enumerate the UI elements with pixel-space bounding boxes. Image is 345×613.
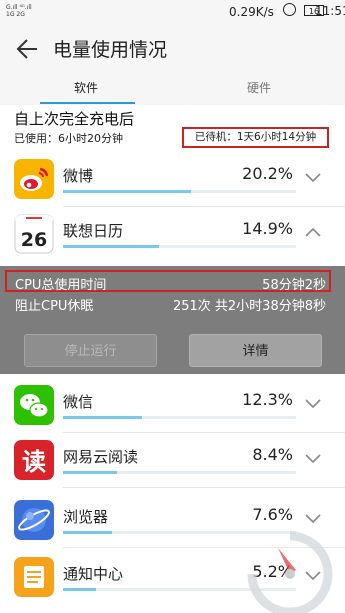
- app-name: 微信: [63, 393, 94, 411]
- tab-hardware[interactable]: 硬件: [173, 79, 345, 96]
- weibo-icon: [14, 159, 54, 199]
- app-percent: 12.3%: [242, 390, 293, 409]
- browser-icon: [14, 500, 54, 540]
- calendar-icon: 26: [14, 214, 54, 254]
- usage-bar: [63, 588, 96, 591]
- app-row-wechat[interactable]: 微信 12.3%: [0, 378, 345, 432]
- app-name: 浏览器: [63, 508, 109, 526]
- app-name: 联想日历: [63, 222, 124, 240]
- cpu-time-value: 58分钟2秒: [262, 278, 326, 293]
- page-title: 电量使用情况: [53, 39, 168, 61]
- cpu-time-label: CPU总使用时间: [15, 278, 107, 293]
- app-percent: 8.4%: [252, 445, 293, 464]
- tab-software[interactable]: 软件: [0, 79, 172, 96]
- usage-bar: [63, 531, 112, 534]
- stop-button[interactable]: 停止运行: [24, 334, 157, 367]
- app-percent: 7.6%: [252, 505, 293, 524]
- app-header: 电量使用情况: [0, 26, 345, 71]
- usage-bar: [63, 190, 191, 193]
- chevron-down-icon[interactable]: [305, 512, 321, 524]
- alarm-icon: [283, 3, 296, 16]
- details-button[interactable]: 详情: [189, 334, 322, 367]
- netease-reader-icon: 读: [14, 440, 54, 480]
- chevron-up-icon[interactable]: [305, 226, 321, 238]
- tab-bar: 软件 硬件: [0, 71, 345, 105]
- svg-text:26: 26: [21, 229, 47, 251]
- app-detail-panel: CPU总使用时间 58分钟2秒 阻止CPU休眠 251次 共2小时38分钟8秒 …: [0, 266, 345, 374]
- usage-bar: [63, 245, 159, 248]
- summary-title: 自上次完全充电后: [14, 110, 135, 128]
- watermark-logo: [247, 531, 333, 613]
- app-percent: 20.2%: [242, 164, 293, 183]
- usage-time: 已使用：6小时20分钟: [14, 132, 123, 145]
- clock: 11:51: [315, 4, 345, 18]
- app-name: 网易云阅读: [63, 448, 139, 466]
- status-bar: G.ıll ⁴ᴳ.ıll 1G 2G 0.29K/s 16 11:51: [0, 0, 345, 26]
- app-row-netease-reader[interactable]: 读 网易云阅读 8.4%: [0, 433, 345, 487]
- app-name: 微博: [63, 167, 94, 185]
- notification-center-icon: [14, 557, 54, 597]
- chevron-down-icon[interactable]: [305, 171, 321, 183]
- chevron-down-icon[interactable]: [305, 397, 321, 409]
- app-row-weibo[interactable]: 微博 20.2%: [0, 152, 345, 206]
- app-name: 通知中心: [63, 565, 124, 583]
- app-row-calendar[interactable]: 26 联想日历 14.9%: [0, 207, 345, 261]
- standby-time: 已待机：1天6小时14分钟: [182, 127, 329, 148]
- app-percent: 14.9%: [242, 219, 293, 238]
- usage-bar: [63, 471, 117, 474]
- block-sleep-label: 阻止CPU休眠: [15, 299, 94, 314]
- active-tab-indicator: [40, 102, 135, 104]
- chevron-down-icon[interactable]: [305, 452, 321, 464]
- wechat-icon: [14, 385, 54, 425]
- block-sleep-value: 251次 共2小时38分钟8秒: [172, 299, 326, 314]
- signal-indicator: G.ıll ⁴ᴳ.ıll 1G 2G: [6, 4, 32, 18]
- svg-text:读: 读: [22, 448, 46, 476]
- back-arrow-icon[interactable]: [16, 38, 38, 60]
- network-speed: 0.29K/s: [229, 5, 274, 19]
- usage-bar: [63, 416, 142, 419]
